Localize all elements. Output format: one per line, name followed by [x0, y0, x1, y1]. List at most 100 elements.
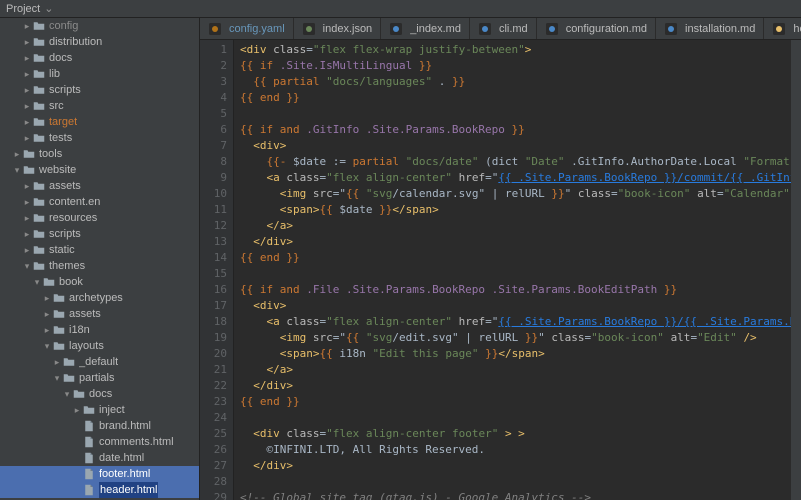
line-number[interactable]: 27	[200, 458, 227, 474]
twisty-icon[interactable]: ▸	[12, 146, 22, 162]
editor-tab[interactable]: cli.md	[470, 18, 537, 39]
line-number[interactable]: 16	[200, 282, 227, 298]
project-tree[interactable]: ▸config▸distribution▸docs▸lib▸scripts▸sr…	[0, 18, 200, 500]
scrollbar[interactable]	[791, 40, 801, 500]
tree-dir[interactable]: ▾website	[0, 162, 199, 178]
code-line[interactable]	[240, 266, 791, 282]
code-line[interactable]: </a>	[240, 218, 791, 234]
twisty-icon[interactable]: ▾	[52, 370, 62, 386]
tree-dir[interactable]: ▸resources	[0, 210, 199, 226]
line-number[interactable]: 12	[200, 218, 227, 234]
twisty-icon[interactable]: ▾	[42, 338, 52, 354]
code-line[interactable]: </a>	[240, 362, 791, 378]
twisty-icon[interactable]: ▸	[22, 242, 32, 258]
tree-file[interactable]: brand.html	[0, 418, 199, 434]
code-line[interactable]: <span>{{ $date }}</span>	[240, 202, 791, 218]
code-line[interactable]	[240, 106, 791, 122]
code-line[interactable]: </div>	[240, 378, 791, 394]
code-line[interactable]: <a class="flex align-center" href="{{ .S…	[240, 314, 791, 330]
code-editor[interactable]: 1234567891011121314151617181920212223242…	[200, 40, 801, 500]
twisty-icon[interactable]: ▸	[22, 114, 32, 130]
line-number[interactable]: 3	[200, 74, 227, 90]
code-line[interactable]: <div>	[240, 298, 791, 314]
editor-tabs[interactable]: config.yamlindex.json_index.mdcli.mdconf…	[200, 18, 801, 40]
code-line[interactable]: {{ partial "docs/languages" . }}	[240, 74, 791, 90]
line-number[interactable]: 20	[200, 346, 227, 362]
code-line[interactable]: {{ if and .File .Site.Params.BookRepo .S…	[240, 282, 791, 298]
line-number[interactable]: 21	[200, 362, 227, 378]
twisty-icon[interactable]: ▾	[62, 386, 72, 402]
tree-dir[interactable]: ▸target	[0, 114, 199, 130]
code-line[interactable]: {{- $date := partial "docs/date" (dict "…	[240, 154, 791, 170]
twisty-icon[interactable]: ▸	[22, 50, 32, 66]
twisty-icon[interactable]: ▾	[12, 162, 22, 178]
line-number[interactable]: 19	[200, 330, 227, 346]
code-line[interactable]: <img src="{{ "svg/calendar.svg" | relURL…	[240, 186, 791, 202]
line-number[interactable]: 10	[200, 186, 227, 202]
tree-dir[interactable]: ▾themes	[0, 258, 199, 274]
tree-dir[interactable]: ▸content.en	[0, 194, 199, 210]
line-number[interactable]: 25	[200, 426, 227, 442]
line-number[interactable]: 26	[200, 442, 227, 458]
code-line[interactable]: </div>	[240, 458, 791, 474]
code-line[interactable]: </div>	[240, 234, 791, 250]
tree-dir[interactable]: ▸i18n	[0, 322, 199, 338]
line-number[interactable]: 6	[200, 122, 227, 138]
editor-tab[interactable]: config.yaml	[200, 18, 294, 39]
tree-dir[interactable]: ▸config	[0, 18, 199, 34]
line-number[interactable]: 29	[200, 490, 227, 500]
line-number[interactable]: 28	[200, 474, 227, 490]
tree-dir[interactable]: ▸archetypes	[0, 290, 199, 306]
tree-dir[interactable]: ▾docs	[0, 386, 199, 402]
code-line[interactable]: {{ end }}	[240, 250, 791, 266]
tree-dir[interactable]: ▸assets	[0, 306, 199, 322]
twisty-icon[interactable]: ▸	[22, 66, 32, 82]
tree-dir[interactable]: ▸scripts	[0, 226, 199, 242]
code-text[interactable]: <div class="flex flex-wrap justify-betwe…	[234, 40, 791, 500]
line-number[interactable]: 9	[200, 170, 227, 186]
line-number[interactable]: 22	[200, 378, 227, 394]
editor-tab[interactable]: index.json	[294, 18, 382, 39]
editor-tab[interactable]: header.html	[764, 18, 801, 39]
line-number[interactable]: 8	[200, 154, 227, 170]
twisty-icon[interactable]: ▸	[42, 290, 52, 306]
twisty-icon[interactable]: ▾	[32, 274, 42, 290]
code-line[interactable]: {{ end }}	[240, 394, 791, 410]
chevron-down-icon[interactable]: ⌄	[44, 2, 53, 15]
code-line[interactable]: <div class="flex align-center footer" > …	[240, 426, 791, 442]
line-number[interactable]: 18	[200, 314, 227, 330]
line-number[interactable]: 13	[200, 234, 227, 250]
tree-dir[interactable]: ▸_default	[0, 354, 199, 370]
twisty-icon[interactable]: ▸	[22, 82, 32, 98]
twisty-icon[interactable]: ▸	[42, 322, 52, 338]
line-number[interactable]: 24	[200, 410, 227, 426]
twisty-icon[interactable]: ▸	[52, 354, 62, 370]
twisty-icon[interactable]: ▸	[22, 194, 32, 210]
tree-dir[interactable]: ▸lib	[0, 66, 199, 82]
twisty-icon[interactable]: ▸	[22, 98, 32, 114]
twisty-icon[interactable]: ▸	[22, 178, 32, 194]
tree-dir[interactable]: ▸distribution	[0, 34, 199, 50]
twisty-icon[interactable]: ▸	[22, 130, 32, 146]
twisty-icon[interactable]: ▸	[22, 226, 32, 242]
editor-tab[interactable]: _index.md	[381, 18, 470, 39]
line-number[interactable]: 5	[200, 106, 227, 122]
code-line[interactable]: <div>	[240, 138, 791, 154]
line-number[interactable]: 2	[200, 58, 227, 74]
code-line[interactable]: <a class="flex align-center" href="{{ .S…	[240, 170, 791, 186]
project-toolwindow-header[interactable]: Project ⌄	[0, 0, 801, 18]
tree-file[interactable]: header.html	[0, 482, 199, 498]
code-line[interactable]	[240, 410, 791, 426]
code-line[interactable]: <span>{{ i18n "Edit this page" }}</span>	[240, 346, 791, 362]
tree-file[interactable]: footer.html	[0, 466, 199, 482]
tree-dir[interactable]: ▸inject	[0, 402, 199, 418]
twisty-icon[interactable]: ▸	[42, 306, 52, 322]
tree-dir[interactable]: ▸tools	[0, 146, 199, 162]
line-number[interactable]: 23	[200, 394, 227, 410]
tree-file[interactable]: date.html	[0, 450, 199, 466]
code-line[interactable]: <!-- Global site tag (gtag.js) - Google …	[240, 490, 791, 500]
gutter[interactable]: 1234567891011121314151617181920212223242…	[200, 40, 234, 500]
tree-dir[interactable]: ▸src	[0, 98, 199, 114]
editor-tab[interactable]: installation.md	[656, 18, 764, 39]
tree-dir[interactable]: ▾book	[0, 274, 199, 290]
